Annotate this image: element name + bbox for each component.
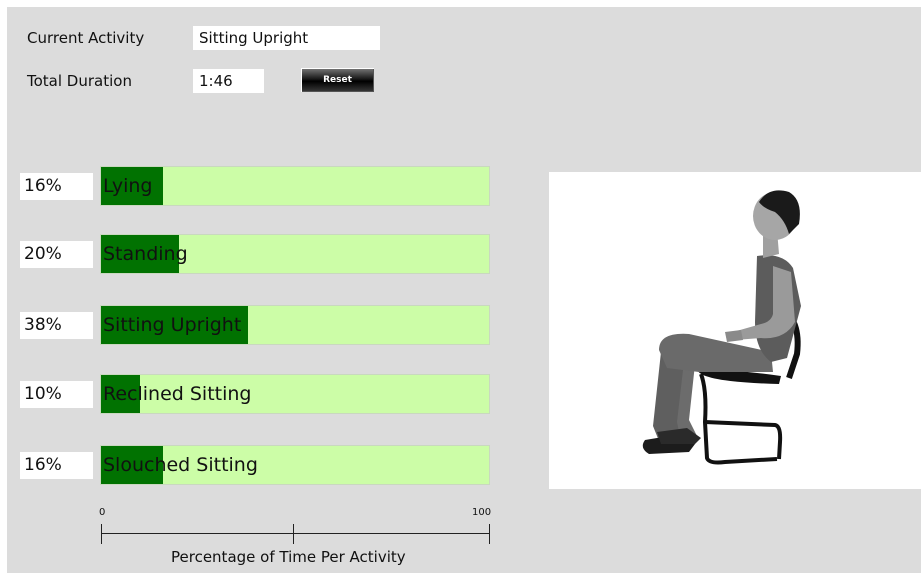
total-duration-label: Total Duration (27, 72, 132, 90)
total-duration-field: 1:46 (193, 69, 264, 93)
axis-title: Percentage of Time Per Activity (171, 548, 406, 566)
axis-tick-mid (293, 524, 294, 544)
bar-label-1: Standing (103, 243, 188, 265)
bar-label-0: Lying (103, 175, 153, 197)
bar-label-2: Sitting Upright (103, 314, 242, 336)
bar-track-4: Slouched Sitting (101, 446, 489, 484)
percent-value-4: 16% (20, 452, 93, 479)
bar-track-3: Reclined Sitting (101, 375, 489, 413)
bar-track-0: Lying (101, 167, 489, 205)
current-activity-field: Sitting Upright (193, 26, 380, 50)
percent-value-1: 20% (20, 241, 93, 268)
bar-label-4: Slouched Sitting (103, 454, 258, 476)
axis-line (101, 533, 490, 534)
reset-button[interactable]: Reset (301, 68, 374, 92)
bar-track-1: Standing (101, 235, 489, 273)
bar-track-2: Sitting Upright (101, 306, 489, 344)
axis-tick-right (489, 524, 490, 544)
current-activity-label: Current Activity (27, 29, 145, 47)
axis-tick-left (101, 524, 102, 544)
person-sitting-upright-icon (642, 190, 801, 465)
percent-value-2: 38% (20, 312, 93, 339)
axis-tick-label-min: 0 (99, 507, 106, 518)
bar-label-3: Reclined Sitting (103, 383, 252, 405)
percent-value-0: 16% (20, 173, 93, 200)
axis-tick-label-max: 100 (472, 507, 492, 518)
posture-figure (549, 172, 921, 489)
percent-value-3: 10% (20, 381, 93, 408)
